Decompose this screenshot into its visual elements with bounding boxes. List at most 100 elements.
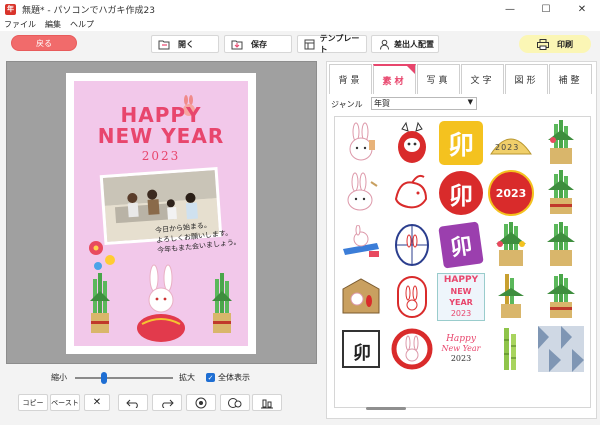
save-button[interactable]: 保存 — [224, 35, 292, 53]
send-backward-icon — [228, 397, 242, 408]
zoom-shrink-label: 縮小 — [51, 373, 67, 382]
material-kadomatsu-2[interactable] — [537, 169, 585, 217]
material-newyear-text: NEW YEAR — [449, 287, 473, 307]
kadomatsu-icon — [496, 222, 526, 266]
material-rabbit-plane[interactable] — [337, 221, 385, 269]
material-2023-fan[interactable]: 2023 — [487, 119, 535, 167]
redo-icon — [162, 399, 174, 408]
print-button[interactable]: 印刷 — [519, 35, 591, 53]
material-kadomatsu-4[interactable] — [537, 221, 585, 269]
material-rabbit-1[interactable] — [337, 119, 385, 167]
tab-correction[interactable]: 補整 — [549, 64, 592, 94]
send-backward-button[interactable] — [220, 394, 250, 411]
tab-background[interactable]: 背景 — [329, 64, 372, 94]
rabbit-figurine-icon — [137, 264, 185, 342]
material-rabbit-wreath[interactable] — [388, 325, 436, 373]
materials-panel: 背景 素材 写真 文字 図形 補整 ジャンル 年賀 ▼ 卯 2023 卯 202… — [326, 61, 597, 419]
redo-button[interactable] — [152, 394, 182, 411]
grid-scrollbar[interactable] — [366, 407, 406, 410]
rabbit-icon — [394, 174, 428, 209]
new-year-title[interactable]: NEW YEAR — [74, 126, 248, 146]
material-happy-new-year-script[interactable]: Happy New Year 2023 — [437, 325, 485, 373]
material-2023-circle[interactable]: 2023 — [487, 169, 535, 217]
menu-file[interactable]: ファイル — [4, 19, 36, 30]
genre-label: ジャンル — [331, 100, 363, 109]
u-stamp-text: 卯 — [353, 343, 371, 364]
kadomatsu-icon — [547, 274, 575, 318]
u-kanji-circle: 卯 — [439, 171, 483, 215]
fan-year-text: 2023 — [495, 143, 520, 152]
material-rabbit-lantern[interactable] — [388, 273, 436, 321]
fit-all-label: 全体表示 — [218, 373, 250, 382]
material-u-kanji-red[interactable]: 卯 — [437, 169, 485, 217]
ema-icon — [342, 278, 380, 314]
tab-text[interactable]: 文字 — [461, 64, 504, 94]
u-kanji-tile: 卯 — [439, 121, 483, 165]
year-text[interactable]: 2023 — [74, 149, 248, 163]
materials-grid[interactable]: 卯 2023 卯 2023 卯 HAPPY NEW YEAR 2023 卯 Ha… — [334, 116, 591, 408]
material-rabbit-2[interactable] — [337, 169, 385, 217]
paste-button[interactable]: ペースト — [50, 394, 80, 411]
menu-help[interactable]: ヘルプ — [70, 19, 94, 30]
material-bamboo[interactable] — [487, 325, 535, 373]
kadomatsu-icon — [547, 222, 575, 266]
material-u-stamp[interactable]: 卯 — [337, 325, 385, 373]
save-icon — [231, 38, 243, 50]
postcard-preview[interactable]: HAPPY NEW YEAR 2023 今日から始まる。 よろしくお願いします。… — [66, 73, 256, 354]
genre-value: 年賀 — [374, 99, 390, 108]
undo-button[interactable] — [118, 394, 148, 411]
panel-tabs: 背景 素材 写真 文字 図形 補整 — [329, 64, 593, 94]
material-daruma[interactable] — [388, 119, 436, 167]
back-button[interactable]: 戻る — [11, 35, 77, 51]
flower-decoration-left — [89, 241, 115, 270]
rabbit-icon — [349, 122, 375, 161]
material-rabbit-red[interactable] — [388, 169, 436, 217]
postcard-design[interactable]: HAPPY NEW YEAR 2023 今日から始まる。 よろしくお願いします。… — [74, 81, 248, 346]
zoom-slider-thumb[interactable] — [101, 372, 108, 384]
printer-icon — [537, 38, 549, 50]
template-button[interactable]: テンプレート — [297, 34, 367, 54]
happy-title[interactable]: HAPPY — [74, 105, 248, 125]
zoom-controls: 縮小 拡大 ✓ 全体表示 — [0, 371, 320, 385]
undo-icon — [126, 399, 138, 408]
sender-placement-label: 差出人配置 — [394, 39, 434, 49]
close-button[interactable]: ✕ — [564, 0, 600, 18]
canvas-area[interactable]: HAPPY NEW YEAR 2023 今日から始まる。 よろしくお願いします。… — [6, 61, 317, 364]
template-label: テンプレート — [319, 34, 360, 54]
bamboo-icon — [504, 328, 516, 370]
rabbit-lantern-icon — [397, 276, 427, 318]
delete-button[interactable]: ✕ — [84, 394, 110, 411]
material-newyear-script-text: New Year — [441, 344, 481, 353]
material-u-kanji-purple[interactable]: 卯 — [437, 221, 485, 269]
fit-all-checkbox[interactable]: ✓ — [206, 373, 215, 382]
menu-edit[interactable]: 編集 — [45, 19, 61, 30]
zoom-enlarge-label: 拡大 — [179, 373, 195, 382]
minimize-button[interactable]: — — [492, 0, 528, 18]
material-happy-new-year[interactable]: HAPPY NEW YEAR 2023 — [437, 273, 485, 321]
material-kadomatsu-5[interactable] — [537, 273, 585, 321]
maximize-button[interactable]: ☐ — [528, 0, 564, 18]
tab-photo[interactable]: 写真 — [417, 64, 460, 94]
material-kadomatsu-1[interactable] — [537, 119, 585, 167]
material-ema[interactable] — [337, 273, 385, 321]
open-button[interactable]: 開く — [151, 35, 219, 53]
rabbit-icon — [347, 172, 378, 211]
tab-shapes[interactable]: 図形 — [505, 64, 548, 94]
copy-button[interactable]: コピー — [18, 394, 48, 411]
tab-materials[interactable]: 素材 — [373, 64, 416, 94]
material-kadomatsu-3[interactable] — [487, 221, 535, 269]
material-rabbit-window[interactable] — [388, 221, 436, 269]
zoom-slider-track[interactable] — [75, 377, 173, 379]
material-year-text: 2023 — [450, 309, 472, 318]
kadomatsu-left-icon — [90, 273, 110, 333]
genre-select[interactable]: 年賀 ▼ — [371, 97, 477, 110]
material-pattern-tile[interactable] — [537, 325, 585, 373]
sender-placement-button[interactable]: 差出人配置 — [371, 35, 439, 53]
year-circle: 2023 — [488, 170, 534, 216]
folder-open-icon — [158, 38, 170, 50]
bring-forward-button[interactable] — [186, 394, 216, 411]
material-kadomatsu-tall[interactable] — [487, 273, 535, 321]
material-u-kanji-yellow[interactable]: 卯 — [437, 119, 485, 167]
align-button[interactable] — [252, 394, 282, 411]
rabbit-wreath-icon — [391, 328, 433, 370]
